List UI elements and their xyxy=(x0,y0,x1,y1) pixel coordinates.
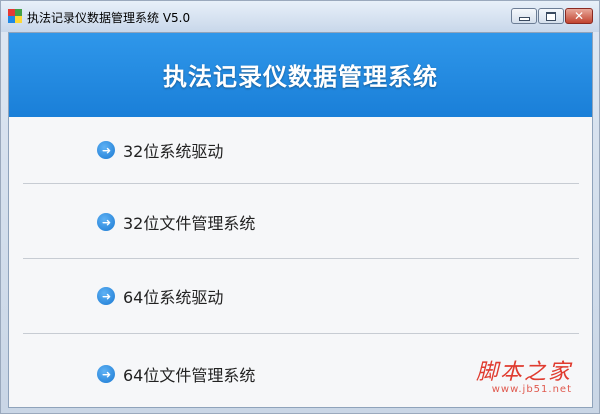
maximize-icon xyxy=(546,11,556,21)
menu-item-label: 64位文件管理系统 xyxy=(123,366,256,385)
app-logo-icon xyxy=(8,9,22,23)
arrow-right-circle-icon: ➜ xyxy=(97,141,115,159)
header-banner: 执法记录仪数据管理系统 xyxy=(9,33,592,117)
menu-item-label: 64位系统驱动 xyxy=(123,288,224,307)
close-button[interactable]: ✕ xyxy=(565,8,593,24)
divider xyxy=(23,258,579,259)
minimize-icon xyxy=(518,16,530,21)
divider xyxy=(23,333,579,334)
maximize-button[interactable] xyxy=(538,8,564,24)
app-window: 执法记录仪数据管理系统 V5.0 ✕ 执法记录仪数据管理系统 ➜ 32位系统驱动… xyxy=(0,0,600,414)
window-title: 执法记录仪数据管理系统 V5.0 xyxy=(27,11,191,25)
minimize-button[interactable] xyxy=(511,8,537,24)
menu-item-label: 32位系统驱动 xyxy=(123,142,224,161)
close-icon: ✕ xyxy=(573,9,585,23)
title-bar[interactable]: 执法记录仪数据管理系统 V5.0 ✕ xyxy=(1,1,599,32)
menu-item-32bit-driver[interactable]: ➜ 32位系统驱动 xyxy=(23,114,579,186)
divider xyxy=(23,183,579,184)
menu-item-64bit-driver[interactable]: ➜ 64位系统驱动 xyxy=(23,260,579,332)
menu-item-label: 32位文件管理系统 xyxy=(123,214,256,233)
arrow-right-circle-icon: ➜ xyxy=(97,287,115,305)
banner-title: 执法记录仪数据管理系统 xyxy=(163,63,438,91)
watermark: 脚本之家 www.jb51.net xyxy=(476,354,572,395)
arrow-right-circle-icon: ➜ xyxy=(97,365,115,383)
main-panel: 执法记录仪数据管理系统 ➜ 32位系统驱动 ➜ 32位文件管理系统 ➜ 64位系… xyxy=(8,32,593,408)
watermark-text: 脚本之家 xyxy=(475,360,572,385)
menu-item-32bit-file-manager[interactable]: ➜ 32位文件管理系统 xyxy=(23,186,579,258)
arrow-right-circle-icon: ➜ xyxy=(97,213,115,231)
